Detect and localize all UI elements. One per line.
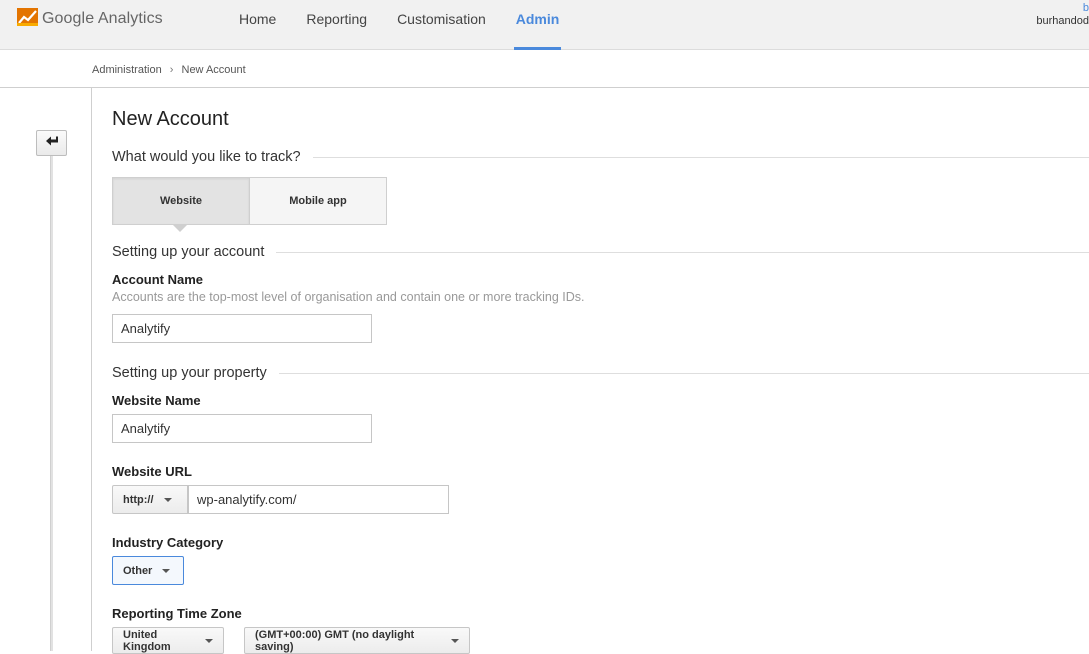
- protocol-value: http://: [123, 493, 154, 506]
- industry-category-label: Industry Category: [112, 535, 224, 550]
- account-section-header: Setting up your account: [112, 243, 1089, 263]
- breadcrumb-bar: Administration › New Account: [0, 51, 1089, 88]
- breadcrumb-new-account: New Account: [181, 64, 246, 76]
- account-name-help: Accounts are the top-most level of organ…: [112, 290, 585, 304]
- nav-customisation[interactable]: Customisation: [382, 0, 501, 50]
- google-analytics-logo[interactable]: Google Analytics: [17, 7, 163, 31]
- page-title: New Account: [112, 108, 229, 130]
- website-url-input[interactable]: wp-analytify.com/: [188, 485, 449, 514]
- website-name-input[interactable]: Analytify: [112, 414, 372, 443]
- chevron-down-icon: [451, 638, 459, 643]
- chevron-down-icon: [162, 568, 171, 573]
- industry-value: Other: [123, 564, 153, 577]
- breadcrumb: Administration › New Account: [92, 64, 246, 76]
- website-option-button[interactable]: Website: [113, 178, 250, 224]
- back-arrow-icon: [45, 134, 59, 152]
- time-zone-country-dropdown[interactable]: United Kingdom: [112, 627, 224, 654]
- track-type-toggle: Website Mobile app: [112, 177, 387, 225]
- breadcrumb-separator: ›: [169, 64, 174, 76]
- time-zone-country-value: United Kingdom: [123, 628, 171, 653]
- industry-category-dropdown[interactable]: Other: [112, 556, 184, 585]
- time-zone-dropdown[interactable]: (GMT+00:00) GMT (no daylight saving): [244, 627, 470, 654]
- website-url-label: Website URL: [112, 464, 192, 479]
- website-name-label: Website Name: [112, 393, 201, 408]
- account-section-title: Setting up your account: [112, 244, 277, 260]
- chevron-down-icon: [205, 638, 213, 643]
- track-question: What would you like to track?: [112, 149, 313, 165]
- chevron-down-icon: [163, 497, 172, 502]
- side-rail: [50, 156, 53, 651]
- logo-text: Google Analytics: [42, 10, 163, 27]
- user-link[interactable]: b: [1036, 2, 1089, 15]
- user-name: burhandod: [1036, 15, 1089, 27]
- time-zone-label: Reporting Time Zone: [112, 606, 242, 621]
- nav-admin[interactable]: Admin: [501, 0, 575, 50]
- property-section-title: Setting up your property: [112, 365, 279, 381]
- account-name-label: Account Name: [112, 272, 204, 287]
- mobile-app-option-button[interactable]: Mobile app: [250, 178, 386, 224]
- back-button[interactable]: [36, 130, 67, 156]
- top-bar: Google Analytics Home Reporting Customis…: [0, 0, 1089, 50]
- user-account[interactable]: b burhandod: [1036, 2, 1089, 28]
- track-section-header: What would you like to track?: [112, 148, 1089, 168]
- time-zone-value: (GMT+00:00) GMT (no daylight saving): [255, 628, 415, 653]
- nav-home[interactable]: Home: [224, 0, 291, 50]
- nav-reporting[interactable]: Reporting: [291, 0, 382, 50]
- main-nav: Home Reporting Customisation Admin: [224, 0, 574, 50]
- property-section-header: Setting up your property: [112, 364, 1089, 384]
- selected-caret-icon: [173, 225, 187, 232]
- analytics-logo-icon: [17, 7, 38, 31]
- content-divider: [91, 88, 92, 651]
- account-name-input[interactable]: Analytify: [112, 314, 372, 343]
- breadcrumb-administration[interactable]: Administration: [92, 64, 162, 76]
- protocol-dropdown[interactable]: http://: [112, 485, 188, 514]
